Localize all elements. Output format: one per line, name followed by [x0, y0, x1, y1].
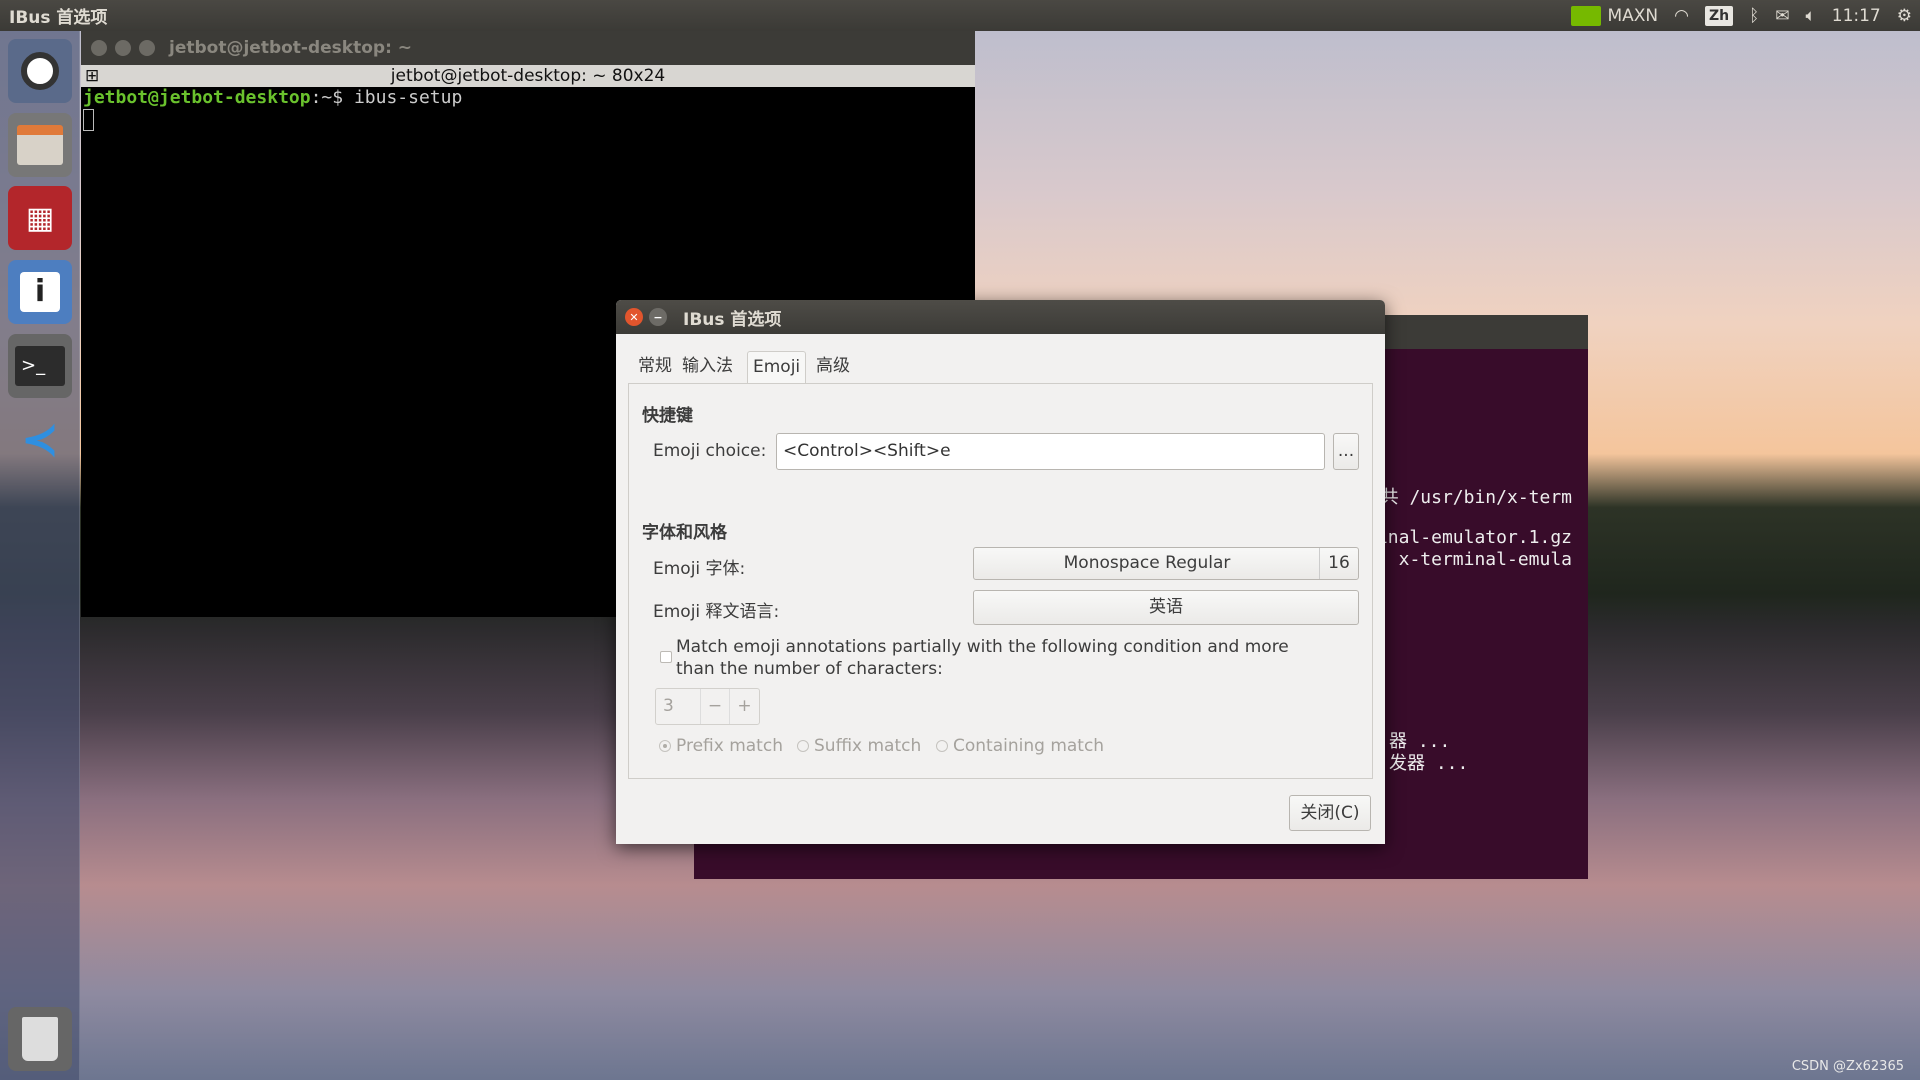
terminal-line: 共 /usr/bin/x-term	[1380, 487, 1572, 508]
terminal-output[interactable]: jetbot@jetbot-desktop:~$ ibus-setup	[81, 87, 975, 137]
radio-label: Suffix match	[814, 736, 922, 756]
emoji-font-button[interactable]: Monospace Regular 16	[973, 547, 1359, 580]
cursor	[83, 109, 94, 131]
emoji-choice-field[interactable]: <Control><Shift>e	[776, 433, 1325, 470]
maximize-icon[interactable]	[139, 40, 155, 56]
system-info-icon[interactable]: i	[8, 260, 72, 324]
prompt-path: :~$	[310, 87, 354, 108]
terminal-line: x-terminal-emula	[1398, 549, 1572, 570]
emoji-choice-button[interactable]: ...	[1333, 433, 1359, 470]
command: ibus-setup	[353, 87, 463, 108]
system-tray: MAXN ◠ Zh ᛒ ✉ 🔈︎ 11:17 ⚙	[1571, 0, 1912, 31]
trash-icon[interactable]	[8, 1007, 72, 1071]
tab-title: jetbot@jetbot-desktop: ~ 80x24	[390, 66, 666, 86]
decrement-button[interactable]: −	[700, 689, 729, 724]
tab-menu-icon[interactable]: ⊞	[85, 65, 99, 87]
radio-label: Containing match	[953, 736, 1105, 756]
increment-button[interactable]: +	[729, 689, 759, 724]
gear-icon[interactable]: ⚙	[1897, 6, 1912, 26]
minimize-icon[interactable]	[115, 40, 131, 56]
ubuntu-dash-icon[interactable]	[8, 39, 72, 103]
font-size: 16	[1319, 548, 1358, 579]
tab-general[interactable]: 常规	[633, 351, 677, 383]
prompt-user: jetbot@jetbot-desktop	[83, 87, 311, 108]
font-name: Monospace Regular	[1063, 553, 1231, 573]
partial-match-checkbox[interactable]	[660, 651, 672, 663]
radio-prefix-match[interactable]: Prefix match	[659, 736, 783, 756]
emoji-lang-button[interactable]: 英语	[973, 590, 1359, 625]
radio-icon	[797, 740, 809, 752]
window-title: jetbot@jetbot-desktop: ~	[169, 38, 413, 58]
tab-advanced[interactable]: 高级	[811, 351, 855, 383]
close-icon[interactable]	[91, 40, 107, 56]
launcher: ▦ i >_ ≺	[0, 31, 80, 1080]
section-font-style: 字体和风格	[642, 523, 727, 543]
ibus-preferences-dialog: ✕ − IBus 首选项 常规 输入法 Emoji 高级 快捷键 Emoji c…	[616, 300, 1385, 844]
partial-match-label: Match emoji annotations partially with t…	[676, 637, 1289, 679]
top-panel: IBus 首选项 MAXN ◠ Zh ᛒ ✉ 🔈︎ 11:17 ⚙	[0, 0, 1920, 31]
radio-icon	[659, 740, 671, 752]
emoji-choice-label: Emoji choice:	[653, 441, 767, 461]
terminal-tab[interactable]: ⊞ jetbot@jetbot-desktop: ~ 80x24	[81, 65, 975, 87]
vscode-icon[interactable]: ≺	[8, 407, 72, 471]
bluetooth-icon[interactable]: ᛒ	[1749, 6, 1759, 26]
tab-input-method[interactable]: 输入法	[677, 351, 738, 383]
radio-suffix-match[interactable]: Suffix match	[797, 736, 921, 756]
dialog-title: IBus 首选项	[683, 309, 782, 330]
close-icon[interactable]: ✕	[625, 308, 643, 326]
files-icon[interactable]	[8, 113, 72, 177]
terminal-line: 发器 ...	[1389, 753, 1469, 774]
title-bar[interactable]: jetbot@jetbot-desktop: ~	[81, 31, 975, 65]
radio-icon	[936, 740, 948, 752]
wifi-icon[interactable]: ◠	[1674, 6, 1689, 26]
mail-icon[interactable]: ✉	[1775, 6, 1789, 26]
volume-icon[interactable]: 🔈︎	[1806, 6, 1816, 26]
emoji-tab-panel: 快捷键 Emoji choice: <Control><Shift>e ... …	[628, 383, 1373, 779]
radio-containing-match[interactable]: Containing match	[936, 736, 1104, 756]
emoji-lang-label: Emoji 释文语言:	[653, 602, 780, 622]
terminal-line: inal-emulator.1.gz	[1376, 527, 1572, 548]
power-mode[interactable]: MAXN	[1607, 6, 1658, 26]
watermark: CSDN @Zx62365	[1791, 1059, 1904, 1074]
terminal-icon[interactable]: >_	[8, 334, 72, 398]
char-count-value[interactable]: 3	[656, 689, 700, 724]
emoji-font-label: Emoji 字体:	[653, 559, 746, 579]
close-button[interactable]: 关闭(C)	[1289, 795, 1371, 831]
section-shortcut: 快捷键	[642, 406, 693, 426]
clock[interactable]: 11:17	[1832, 6, 1881, 26]
app-red-icon[interactable]: ▦	[8, 186, 72, 250]
radio-label: Prefix match	[676, 736, 783, 756]
minimize-icon[interactable]: −	[649, 308, 667, 326]
title-bar[interactable]: ✕ − IBus 首选项	[616, 300, 1385, 334]
app-title: IBus 首选项	[9, 8, 108, 28]
tab-emoji[interactable]: Emoji	[747, 351, 807, 383]
ime-indicator[interactable]: Zh	[1704, 5, 1734, 26]
char-count-spinner[interactable]: 3 − +	[655, 688, 760, 725]
nvidia-icon[interactable]	[1571, 5, 1602, 26]
